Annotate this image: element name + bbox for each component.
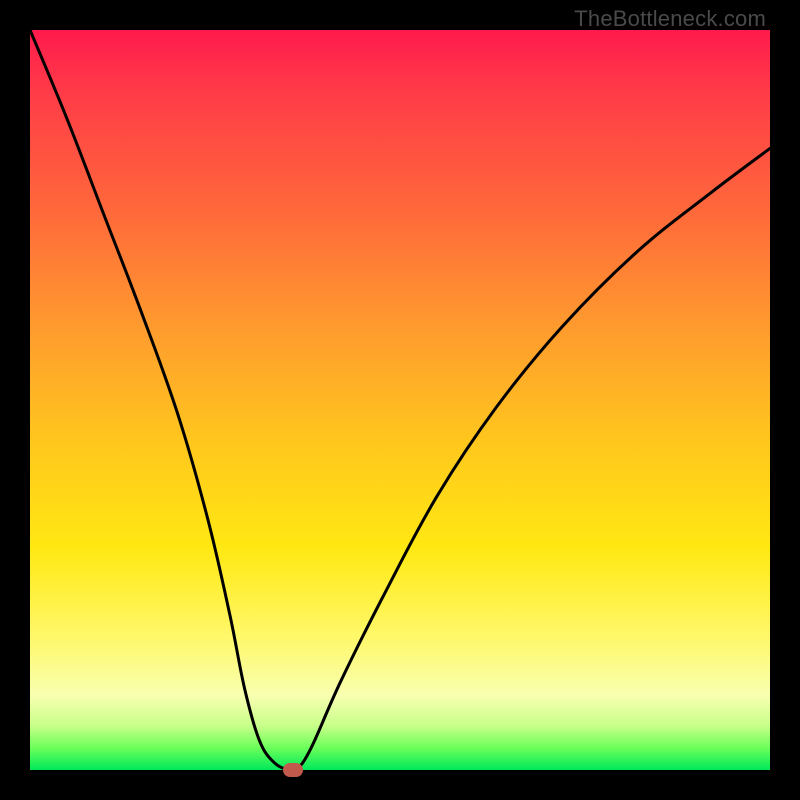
bottleneck-curve: [30, 30, 770, 770]
chart-plot-area: [30, 30, 770, 770]
attribution-label: TheBottleneck.com: [574, 6, 766, 32]
minimum-marker: [283, 763, 303, 777]
chart-frame: TheBottleneck.com: [0, 0, 800, 800]
